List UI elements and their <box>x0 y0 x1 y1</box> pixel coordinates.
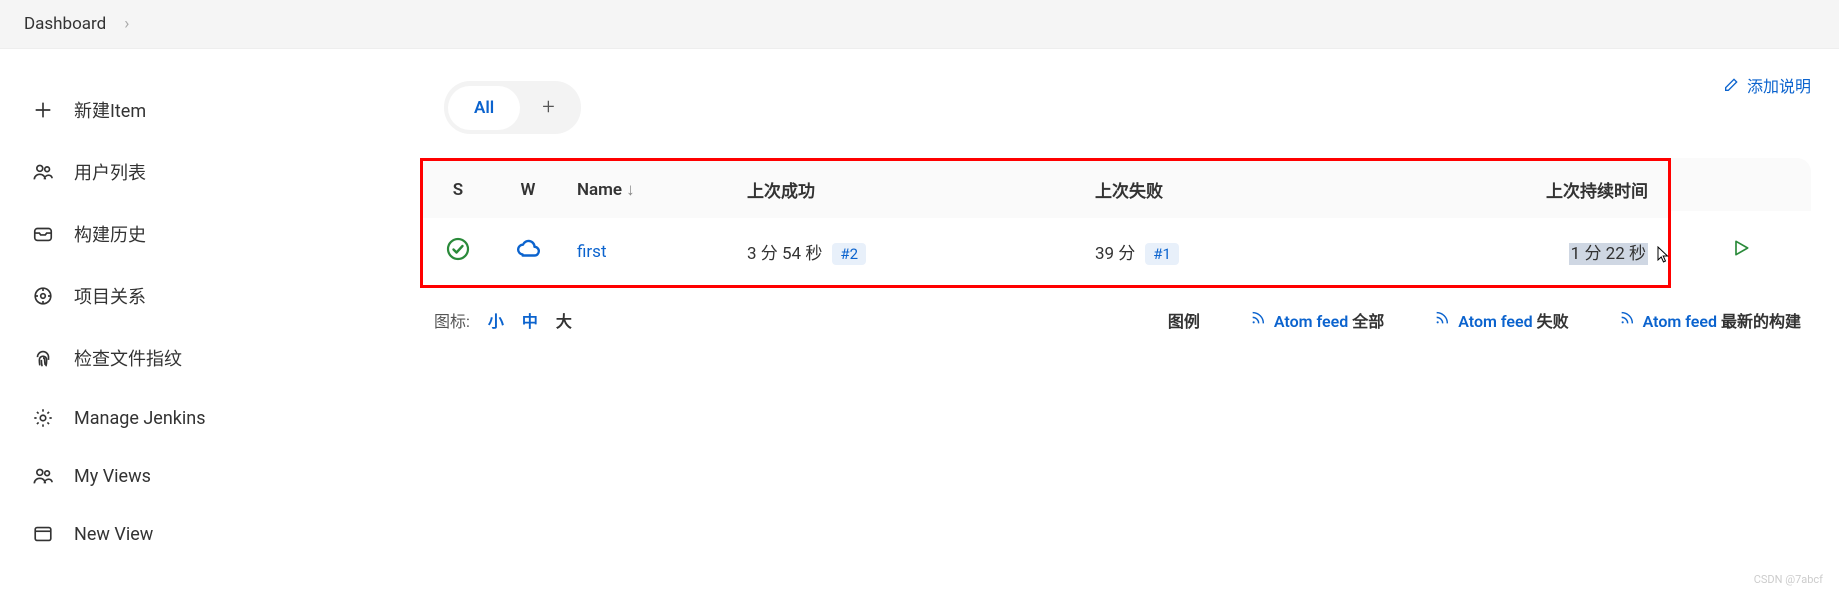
pencil-icon <box>1723 77 1739 93</box>
chevron-right-icon: › <box>124 14 129 34</box>
last-success-cell: 3 分 54 秒#2 <box>733 218 1081 285</box>
people-icon <box>32 161 54 183</box>
rss-icon <box>1619 310 1635 330</box>
sidebar-item-project-relationship[interactable]: 项目关系 <box>0 265 420 327</box>
col-status[interactable]: S <box>423 161 493 218</box>
sidebar-item-new-view[interactable]: New View <box>0 505 420 563</box>
atom-feed-fail-link[interactable]: Atom feed 失败 <box>1434 308 1568 332</box>
sidebar-item-label: 构建历史 <box>74 221 146 247</box>
people-icon <box>32 465 54 487</box>
sidebar-item-label: My Views <box>74 466 151 487</box>
sidebar-item-label: 新建Item <box>74 97 146 123</box>
jobs-table: S W Name↓ 上次成功 上次失败 上次持续时间 <box>423 161 1668 285</box>
sidebar-item-new[interactable]: 新建Item <box>0 79 420 141</box>
build-link[interactable]: #2 <box>832 243 866 265</box>
sidebar-item-label: New View <box>74 524 153 545</box>
breadcrumb-dashboard-link[interactable]: Dashboard <box>24 14 106 34</box>
sidebar-item-my-views[interactable]: My Views <box>0 447 420 505</box>
duration-text: 1 分 22 秒 <box>1569 243 1648 265</box>
col-run <box>1671 158 1811 211</box>
cursor-icon <box>1656 246 1670 269</box>
rss-icon <box>1434 310 1450 330</box>
size-large-link[interactable]: 大 <box>556 308 572 332</box>
sidebar-item-people[interactable]: 用户列表 <box>0 141 420 203</box>
add-description-label: 添加说明 <box>1747 73 1811 97</box>
size-medium-link[interactable]: 中 <box>522 308 538 332</box>
rss-icon <box>1250 310 1266 330</box>
window-icon <box>32 523 54 545</box>
col-last-success[interactable]: 上次成功 <box>733 161 1081 218</box>
size-small-link[interactable]: 小 <box>488 308 504 332</box>
sidebar-item-label: Manage Jenkins <box>74 408 206 429</box>
inbox-icon <box>32 223 54 245</box>
fingerprint-icon <box>32 347 54 369</box>
col-weather[interactable]: W <box>493 161 563 218</box>
plus-icon <box>32 99 54 121</box>
last-failure-cell: 39 分#1 <box>1081 218 1346 285</box>
sort-indicator-icon: ↓ <box>626 180 635 200</box>
tab-add-button[interactable]: + <box>520 85 576 130</box>
main-content: 添加说明 All + S W Name↓ 上次成功 上次失败 上次持续时间 <box>420 49 1839 563</box>
status-cell <box>423 218 493 285</box>
sidebar-item-build-history[interactable]: 构建历史 <box>0 203 420 265</box>
job-link[interactable]: first <box>577 242 607 262</box>
target-icon <box>32 285 54 307</box>
run-build-button[interactable] <box>1731 238 1751 262</box>
name-cell: first <box>563 218 733 285</box>
table-header-row: S W Name↓ 上次成功 上次失败 上次持续时间 <box>423 161 1668 218</box>
last-duration-cell: 1 分 22 秒 <box>1346 218 1668 285</box>
table-row: first 3 分 54 秒#2 39 分#1 1 分 22 秒 <box>423 218 1668 285</box>
cloud-icon <box>515 247 541 267</box>
sidebar-item-manage-jenkins[interactable]: Manage Jenkins <box>0 389 420 447</box>
footer-bar: 图标: 小 中 大 图例 Atom feed 全部 Atom feed 失败 A… <box>420 288 1811 342</box>
atom-feed-all-link[interactable]: Atom feed 全部 <box>1250 308 1384 332</box>
watermark: CSDN @7abcf <box>1754 573 1823 586</box>
sidebar-item-fingerprint[interactable]: 检查文件指纹 <box>0 327 420 389</box>
tab-all[interactable]: All <box>448 86 520 130</box>
jobs-table-highlighted: S W Name↓ 上次成功 上次失败 上次持续时间 <box>420 158 1671 288</box>
col-last-duration[interactable]: 上次持续时间 <box>1346 161 1668 218</box>
build-link[interactable]: #1 <box>1145 243 1179 265</box>
sidebar-item-label: 用户列表 <box>74 159 146 185</box>
weather-cell <box>493 218 563 285</box>
sidebar: 新建Item 用户列表 构建历史 项目关系 检查文件指纹 Manage Jenk… <box>0 49 420 563</box>
atom-feed-latest-link[interactable]: Atom feed 最新的构建 <box>1619 308 1801 332</box>
col-name[interactable]: Name↓ <box>563 161 733 218</box>
sidebar-item-label: 项目关系 <box>74 283 146 309</box>
icon-size-label: 图标: <box>434 308 470 332</box>
view-tabs: All + <box>444 81 581 134</box>
gear-icon <box>32 407 54 429</box>
legend-link[interactable]: 图例 <box>1168 308 1200 332</box>
col-last-failure[interactable]: 上次失败 <box>1081 161 1346 218</box>
breadcrumb: Dashboard › <box>0 0 1839 49</box>
sidebar-item-label: 检查文件指纹 <box>74 345 182 371</box>
success-icon <box>446 246 470 266</box>
add-description-link[interactable]: 添加说明 <box>1723 73 1811 97</box>
